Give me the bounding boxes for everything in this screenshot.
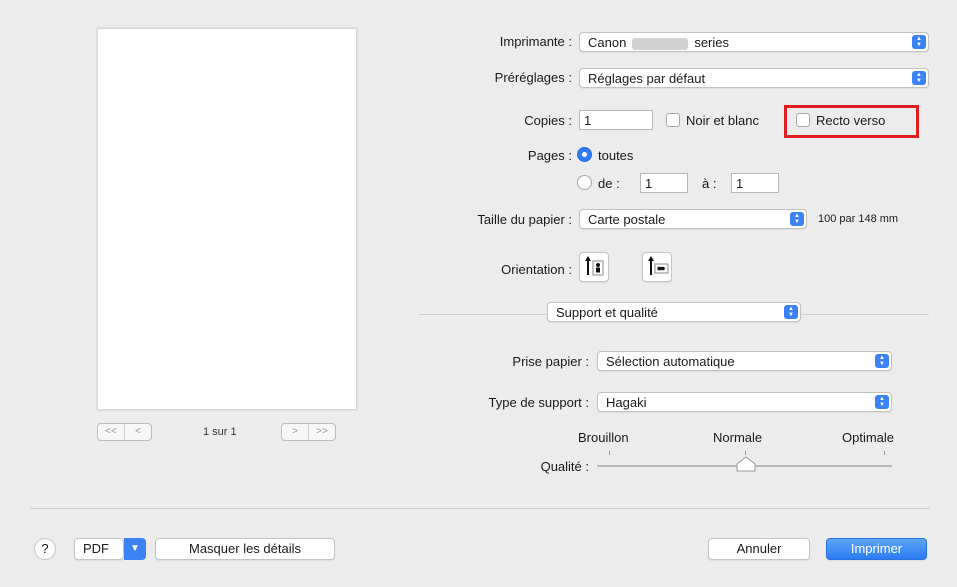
portrait-person-icon — [585, 256, 604, 276]
pages-range-radio[interactable] — [577, 175, 592, 190]
orientation-landscape-button[interactable] — [642, 252, 672, 282]
orientation-label: Orientation : — [501, 262, 572, 277]
quality-tick-draft — [609, 451, 610, 455]
updown-arrows-icon: ▲ ▼ — [790, 212, 804, 226]
footer-divider — [30, 508, 930, 509]
paper-source-value: Sélection automatique — [606, 354, 735, 369]
updown-arrows-icon: ▲ ▼ — [912, 35, 926, 49]
page-preview — [97, 28, 357, 410]
presets-value: Réglages par défaut — [588, 71, 706, 86]
media-type-value: Hagaki — [606, 395, 647, 410]
presets-select[interactable]: Réglages par défaut ▲ ▼ — [579, 68, 929, 88]
pages-all-label: toutes — [598, 148, 634, 163]
quality-slider-thumb[interactable] — [735, 456, 757, 472]
last-page-button[interactable]: >> — [309, 424, 335, 440]
printer-select[interactable]: Canon series ▲ ▼ — [579, 32, 929, 52]
paper-size-value: Carte postale — [588, 212, 666, 227]
orientation-portrait-button[interactable] — [579, 252, 609, 282]
landscape-person-icon — [648, 256, 669, 275]
quality-option-best: Optimale — [842, 430, 895, 445]
page-indicator: 1 sur 1 — [203, 426, 237, 438]
duplex-label: Recto verso — [816, 113, 886, 128]
quality-tick-normal — [745, 451, 746, 455]
pages-label: Pages : — [527, 148, 572, 163]
panel-select[interactable]: Support et qualité ▲ ▼ — [547, 302, 801, 322]
quality-option-draft: Brouillon — [578, 430, 629, 445]
hide-details-button[interactable]: Masquer les détails — [155, 538, 335, 560]
previous-page-button[interactable]: < — [125, 424, 151, 440]
black-white-checkbox[interactable] — [666, 113, 680, 127]
help-button[interactable]: ? — [34, 538, 56, 560]
first-page-button[interactable]: << — [98, 424, 125, 440]
quality-label: Qualité : — [540, 459, 589, 474]
quality-tick-best — [884, 451, 885, 455]
media-type-label: Type de support : — [488, 395, 589, 410]
paper-size-label: Taille du papier : — [477, 212, 572, 227]
pdf-menu-button[interactable]: PDF — [74, 538, 124, 560]
pages-from-input[interactable]: 1 — [640, 173, 688, 193]
preview-nav-back: << < — [97, 423, 152, 441]
copies-input[interactable]: 1 — [579, 110, 653, 130]
printer-model-redacted — [632, 37, 689, 50]
next-page-button[interactable]: > — [282, 424, 309, 440]
pdf-label: PDF — [83, 541, 109, 556]
paper-size-select[interactable]: Carte postale ▲ ▼ — [579, 209, 807, 229]
cancel-button[interactable]: Annuler — [708, 538, 810, 560]
pages-to-label: à : — [702, 176, 717, 191]
black-white-label: Noir et blanc — [686, 113, 759, 128]
updown-arrows-icon: ▲ ▼ — [875, 354, 889, 368]
preview-nav-forward: > >> — [281, 423, 336, 441]
paper-size-dimensions: 100 par 148 mm — [818, 213, 899, 225]
quality-option-normal: Normale — [713, 430, 763, 445]
pages-all-radio[interactable] — [577, 147, 592, 162]
updown-arrows-icon: ▲ ▼ — [912, 71, 926, 85]
updown-arrows-icon: ▲ ▼ — [875, 395, 889, 409]
pages-from-label: de : — [598, 176, 620, 191]
duplex-checkbox[interactable] — [796, 113, 810, 127]
print-button[interactable]: Imprimer — [826, 538, 927, 560]
chevron-down-icon[interactable]: ▼ — [124, 538, 146, 560]
paper-source-select[interactable]: Sélection automatique ▲ ▼ — [597, 351, 892, 371]
media-type-select[interactable]: Hagaki ▲ ▼ — [597, 392, 892, 412]
printer-label: Imprimante : — [499, 34, 572, 49]
pages-to-input[interactable]: 1 — [731, 173, 779, 193]
printer-value-suffix: series — [694, 35, 729, 50]
updown-arrows-icon: ▲ ▼ — [784, 305, 798, 319]
presets-label: Préréglages : — [494, 70, 572, 85]
paper-source-label: Prise papier : — [512, 354, 589, 369]
panel-select-value: Support et qualité — [556, 305, 658, 320]
printer-value-prefix: Canon — [588, 35, 627, 50]
copies-label: Copies : — [524, 113, 572, 128]
